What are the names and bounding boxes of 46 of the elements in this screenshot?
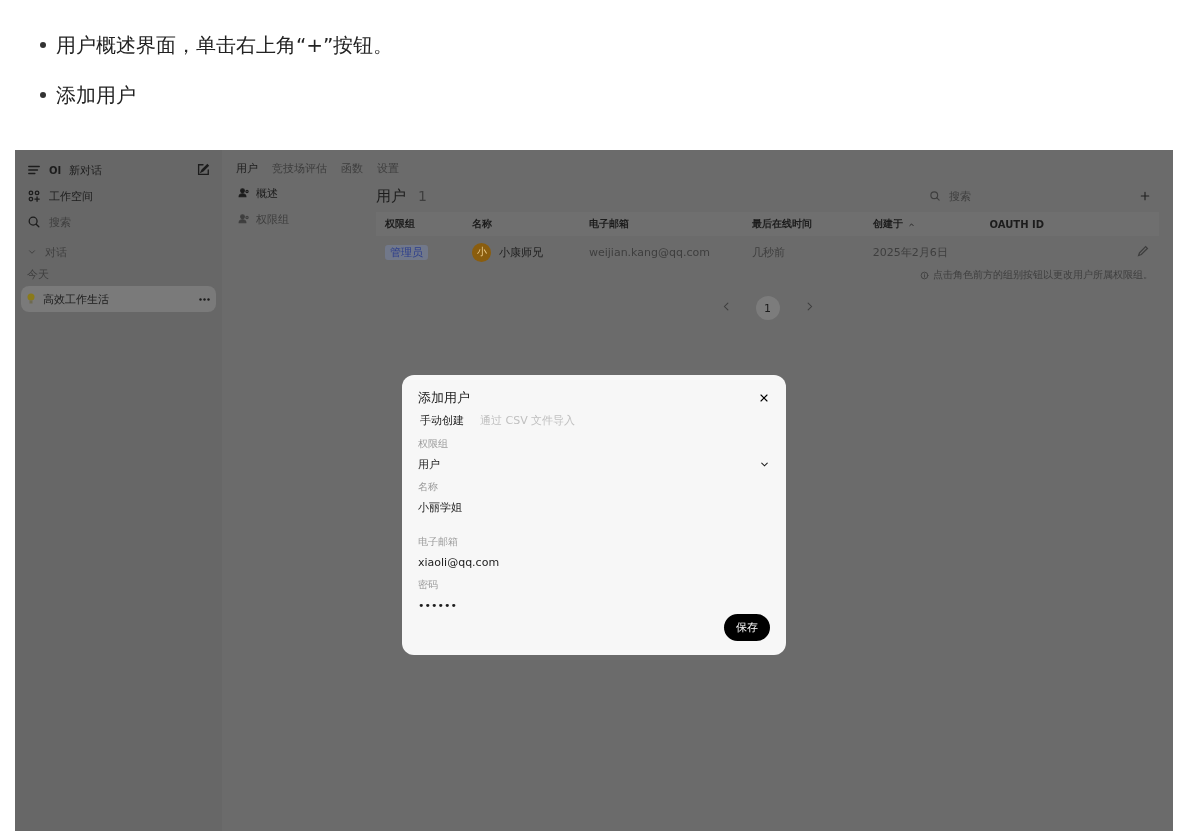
column-header[interactable]: 权限组 <box>385 217 415 231</box>
pencil-icon <box>1136 243 1150 258</box>
table-cell: 小康师兄 <box>499 244 544 260</box>
dialog-tab[interactable]: 手动创建 <box>418 413 466 428</box>
search-icon <box>27 215 41 229</box>
column-header[interactable]: OAUTH ID <box>989 218 1045 230</box>
column-header[interactable]: 创建于 <box>872 217 903 231</box>
role-badge[interactable]: 管理员 <box>385 244 428 260</box>
field-label: 权限组 <box>418 437 449 451</box>
new-chat-link[interactable]: 新对话 <box>69 162 103 178</box>
chevron-down-icon <box>27 247 37 257</box>
sub-tab[interactable]: 概述 <box>236 182 376 204</box>
bullet-text: 添加用户 <box>56 81 136 109</box>
chat-item[interactable]: 高效工作生活 <box>21 286 216 312</box>
close-button[interactable] <box>758 392 770 404</box>
info-icon <box>920 270 929 280</box>
users-icon <box>238 213 250 225</box>
more-icon[interactable] <box>199 297 210 301</box>
field-label: 电子邮箱 <box>418 535 459 549</box>
field-label: 密码 <box>418 578 439 592</box>
menu-icon <box>27 163 41 177</box>
plus-icon <box>1139 189 1151 202</box>
bullet-icon <box>40 42 46 48</box>
column-header[interactable]: 电子邮箱 <box>588 217 629 231</box>
dialog-title: 添加用户 <box>418 389 470 407</box>
save-button[interactable]: 保存 <box>724 614 770 641</box>
logo: OI <box>49 164 62 176</box>
close-icon <box>758 392 770 404</box>
column-header[interactable]: 名称 <box>472 217 493 231</box>
field-label: 名称 <box>418 480 439 494</box>
search-icon <box>929 190 941 202</box>
input-field[interactable]: xiaoli@qq.com <box>418 555 770 569</box>
workspace-link[interactable]: 工作空间 <box>49 188 93 204</box>
bullet-icon <box>40 92 46 98</box>
users-icon <box>238 187 250 199</box>
compose-icon <box>196 163 210 177</box>
page-title: 用户 <box>376 186 406 206</box>
avatar: 小 <box>472 242 492 262</box>
grid-icon <box>27 189 41 203</box>
input-field[interactable]: 小丽学姐 <box>418 500 770 514</box>
lightbulb-icon <box>27 293 35 305</box>
nav-tab[interactable]: 用户 <box>236 160 258 176</box>
page-button[interactable]: 1 <box>755 296 780 320</box>
bullet-text: 用户概述界面，单击右上角“+”按钮。 <box>56 31 394 59</box>
role-select[interactable]: 用户 <box>418 457 770 471</box>
password-field[interactable]: •••••• <box>418 598 770 612</box>
